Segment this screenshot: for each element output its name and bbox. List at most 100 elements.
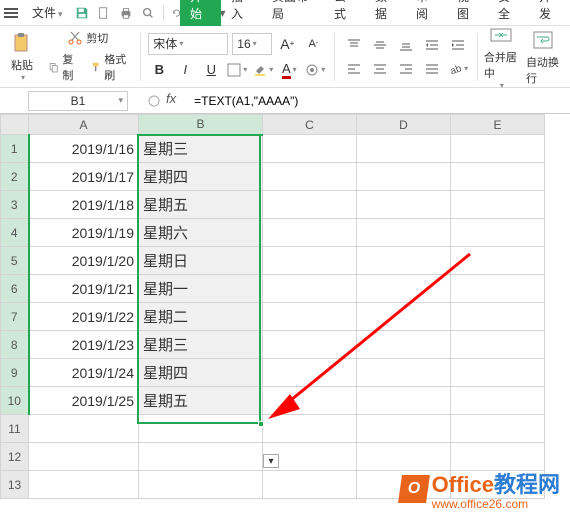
cell[interactable] <box>451 359 545 387</box>
cell[interactable]: 2019/1/24 <box>29 359 139 387</box>
cell[interactable] <box>263 191 357 219</box>
orientation-button[interactable]: ab <box>447 59 469 79</box>
cell[interactable] <box>451 303 545 331</box>
cell[interactable] <box>263 163 357 191</box>
cell[interactable] <box>451 331 545 359</box>
col-head-a[interactable]: A <box>29 115 139 135</box>
cell[interactable] <box>357 219 451 247</box>
align-left-button[interactable] <box>343 59 365 79</box>
bold-button[interactable]: B <box>148 59 170 81</box>
spreadsheet-grid[interactable]: A B C D E 12019/1/16星期三22019/1/17星期四3201… <box>0 114 545 499</box>
fill-color-button[interactable] <box>252 59 274 81</box>
cell[interactable] <box>263 303 357 331</box>
cell[interactable]: 星期一 <box>139 275 263 303</box>
cell[interactable] <box>139 415 263 443</box>
merge-center-button[interactable]: 合并居中 <box>480 21 522 92</box>
increase-font-button[interactable]: A+ <box>276 33 298 55</box>
cell[interactable] <box>263 471 357 499</box>
row-head[interactable]: 4 <box>1 219 29 247</box>
cell[interactable] <box>451 135 545 163</box>
cell[interactable]: 2019/1/18 <box>29 191 139 219</box>
border-button[interactable] <box>226 59 248 81</box>
cell[interactable] <box>357 331 451 359</box>
cell[interactable] <box>451 275 545 303</box>
cell[interactable]: 2019/1/17 <box>29 163 139 191</box>
wrap-text-button[interactable]: 自动换行 <box>522 26 564 88</box>
format-painter-button[interactable]: 格式刷 <box>86 49 132 85</box>
fx-icon[interactable]: fx <box>166 91 176 111</box>
cell[interactable] <box>451 163 545 191</box>
col-head-d[interactable]: D <box>357 115 451 135</box>
cell[interactable]: 星期六 <box>139 219 263 247</box>
cell[interactable]: 2019/1/23 <box>29 331 139 359</box>
cell[interactable]: 星期五 <box>139 387 263 415</box>
cell[interactable] <box>357 415 451 443</box>
tab-page-layout[interactable]: 页面布局 <box>262 0 324 26</box>
cell[interactable] <box>451 219 545 247</box>
cell[interactable]: 2019/1/25 <box>29 387 139 415</box>
cell[interactable] <box>139 443 263 471</box>
row-head[interactable]: 7 <box>1 303 29 331</box>
cell[interactable] <box>357 135 451 163</box>
row-head[interactable]: 13 <box>1 471 29 499</box>
cut-button[interactable]: 剪切 <box>63 28 112 48</box>
cell[interactable] <box>451 387 545 415</box>
row-head[interactable]: 9 <box>1 359 29 387</box>
cell[interactable]: 星期二 <box>139 303 263 331</box>
row-head[interactable]: 6 <box>1 275 29 303</box>
align-middle-button[interactable] <box>369 35 391 55</box>
align-bottom-button[interactable] <box>395 35 417 55</box>
cell[interactable] <box>357 275 451 303</box>
tab-data[interactable]: 数据 <box>365 0 406 26</box>
row-head[interactable]: 12 <box>1 443 29 471</box>
cell[interactable] <box>263 331 357 359</box>
cell[interactable] <box>263 247 357 275</box>
col-head-c[interactable]: C <box>263 115 357 135</box>
row-head[interactable]: 10 <box>1 387 29 415</box>
italic-button[interactable]: I <box>174 59 196 81</box>
tab-insert[interactable]: 插入 <box>221 0 262 26</box>
cell[interactable] <box>451 247 545 275</box>
cell[interactable] <box>357 247 451 275</box>
cell[interactable] <box>357 163 451 191</box>
tab-dev[interactable]: 开发 <box>529 0 570 26</box>
cell[interactable] <box>263 219 357 247</box>
align-center-button[interactable] <box>369 59 391 79</box>
cell[interactable]: 星期日 <box>139 247 263 275</box>
row-head[interactable]: 1 <box>1 135 29 163</box>
cell[interactable] <box>263 415 357 443</box>
name-box[interactable]: B1 <box>28 91 128 111</box>
row-head[interactable]: 11 <box>1 415 29 443</box>
select-all-corner[interactable] <box>1 115 29 135</box>
row-head[interactable]: 8 <box>1 331 29 359</box>
cell[interactable]: 星期五 <box>139 191 263 219</box>
cell[interactable]: 星期三 <box>139 135 263 163</box>
font-color-button[interactable]: A <box>278 59 300 81</box>
tab-security[interactable]: 安全 <box>488 0 529 26</box>
cell[interactable] <box>451 191 545 219</box>
col-head-b[interactable]: B <box>139 115 263 135</box>
font-size-select[interactable]: 16 <box>232 33 272 55</box>
copy-button[interactable]: 复制 <box>44 49 82 85</box>
underline-button[interactable]: U <box>200 59 222 81</box>
tab-view[interactable]: 视图 <box>447 0 488 26</box>
cell[interactable] <box>29 443 139 471</box>
row-head[interactable]: 2 <box>1 163 29 191</box>
cell[interactable] <box>357 359 451 387</box>
paste-button[interactable]: 粘贴 <box>6 29 38 84</box>
cell[interactable]: 2019/1/20 <box>29 247 139 275</box>
decrease-indent-button[interactable] <box>421 35 443 55</box>
decrease-font-button[interactable]: A- <box>302 33 324 55</box>
cell[interactable] <box>29 415 139 443</box>
font-name-select[interactable]: 宋体 <box>148 33 228 55</box>
cell[interactable]: 2019/1/22 <box>29 303 139 331</box>
cell[interactable] <box>263 359 357 387</box>
cell[interactable] <box>357 191 451 219</box>
align-top-button[interactable] <box>343 35 365 55</box>
cell[interactable] <box>357 303 451 331</box>
cell[interactable] <box>139 471 263 499</box>
cell[interactable] <box>263 387 357 415</box>
justify-button[interactable] <box>421 59 443 79</box>
cell[interactable]: 星期四 <box>139 359 263 387</box>
align-right-button[interactable] <box>395 59 417 79</box>
